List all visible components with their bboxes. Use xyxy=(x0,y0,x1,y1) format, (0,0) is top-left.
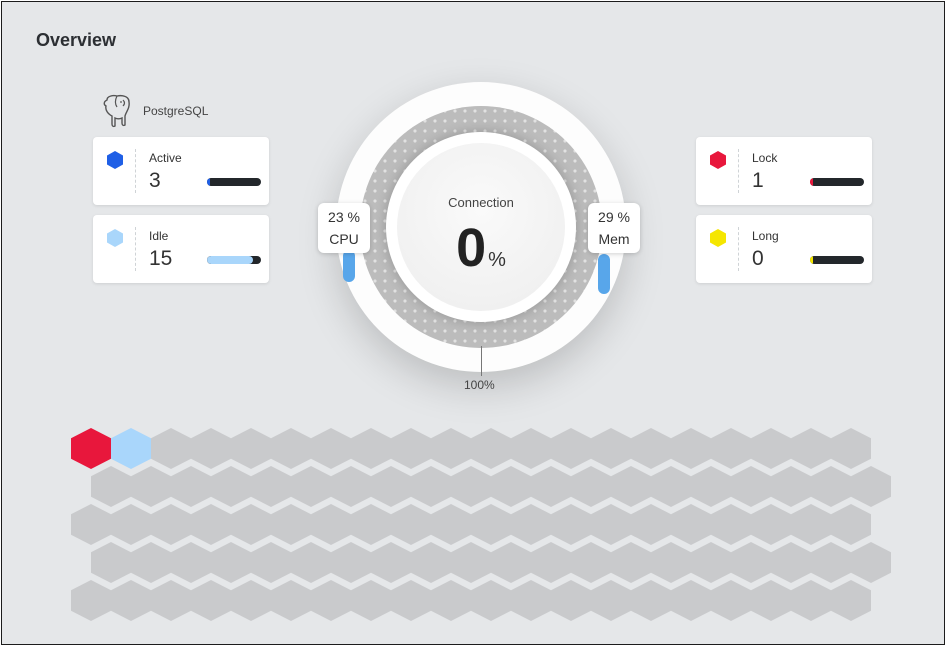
stat-bar xyxy=(207,256,261,264)
page-title: Overview xyxy=(36,30,117,50)
gauge-core: Connection 0% xyxy=(397,143,565,311)
stat-bar-fill xyxy=(207,256,253,264)
status-hex-icon xyxy=(710,151,726,169)
cpu-arc xyxy=(343,250,355,282)
cpu-indicator[interactable]: 23 % CPU xyxy=(318,203,370,253)
divider xyxy=(135,149,136,193)
mem-label: Mem xyxy=(598,231,630,247)
cpu-label: CPU xyxy=(329,231,359,247)
database-name: PostgreSQL xyxy=(143,104,209,118)
stat-value: 15 xyxy=(149,247,173,270)
stat-bar-fill xyxy=(207,178,210,186)
connection-number: 0 xyxy=(456,218,487,278)
overview-panel: Overview PostgreSQL Active 3 Idle 15 Loc… xyxy=(1,1,945,645)
stat-bar xyxy=(810,178,864,186)
stat-card-lock[interactable]: Lock 1 xyxy=(696,137,872,205)
mem-arc xyxy=(598,254,610,294)
divider xyxy=(738,149,739,193)
stat-label: Lock xyxy=(752,151,778,165)
stat-label: Active xyxy=(149,151,182,165)
status-hex-icon xyxy=(710,229,726,247)
gauge-inner: Connection 0% xyxy=(386,132,576,322)
mem-indicator[interactable]: 29 % Mem xyxy=(588,203,640,253)
stat-card-long[interactable]: Long 0 xyxy=(696,215,872,283)
connection-gauge: Connection 0% xyxy=(336,82,626,372)
connection-value: 0% xyxy=(397,217,565,279)
elephant-icon xyxy=(103,94,130,128)
stat-label: Long xyxy=(752,229,779,243)
stat-value: 0 xyxy=(752,247,764,270)
cpu-value: 23 % xyxy=(328,209,360,225)
status-hex-icon xyxy=(107,229,123,247)
mem-value: 29 % xyxy=(598,209,630,225)
stat-bar-fill xyxy=(810,178,813,186)
stat-card-idle[interactable]: Idle 15 xyxy=(93,215,269,283)
divider xyxy=(135,227,136,271)
divider xyxy=(738,227,739,271)
stat-bar-fill xyxy=(810,256,813,264)
connection-label: Connection xyxy=(448,195,514,210)
stat-value: 1 xyxy=(752,169,764,192)
stat-card-active[interactable]: Active 3 xyxy=(93,137,269,205)
stat-bar xyxy=(207,178,261,186)
stat-value: 3 xyxy=(149,169,161,192)
database-label: PostgreSQL xyxy=(99,94,208,128)
stat-bar xyxy=(810,256,864,264)
status-hex-icon xyxy=(107,151,123,169)
connection-unit: % xyxy=(488,249,506,271)
stat-label: Idle xyxy=(149,229,169,243)
gauge-max-label: 100% xyxy=(464,378,495,392)
gauge-max-tick xyxy=(481,346,482,376)
